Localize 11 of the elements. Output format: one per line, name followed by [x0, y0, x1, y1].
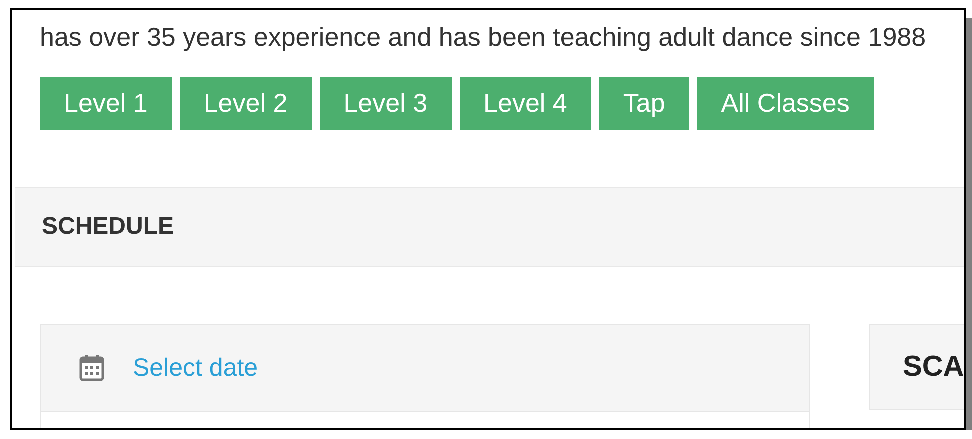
calendar-icon [79, 354, 105, 382]
section-title: SCHEDULE [42, 213, 174, 241]
class-button[interactable]: Level 3 [320, 77, 452, 130]
select-date-link[interactable]: Select date [133, 354, 258, 382]
class-button[interactable]: All Classes [697, 77, 874, 130]
class-button[interactable]: Level 1 [40, 77, 172, 130]
side-title: SCA [903, 350, 964, 384]
intro-text: has over 35 years experience and has been teaching adult dance since 1988 [40, 22, 928, 53]
class-button[interactable]: Level 4 [460, 77, 592, 130]
class-button[interactable]: Tap [599, 77, 690, 130]
class-button[interactable]: Level 2 [180, 77, 312, 130]
